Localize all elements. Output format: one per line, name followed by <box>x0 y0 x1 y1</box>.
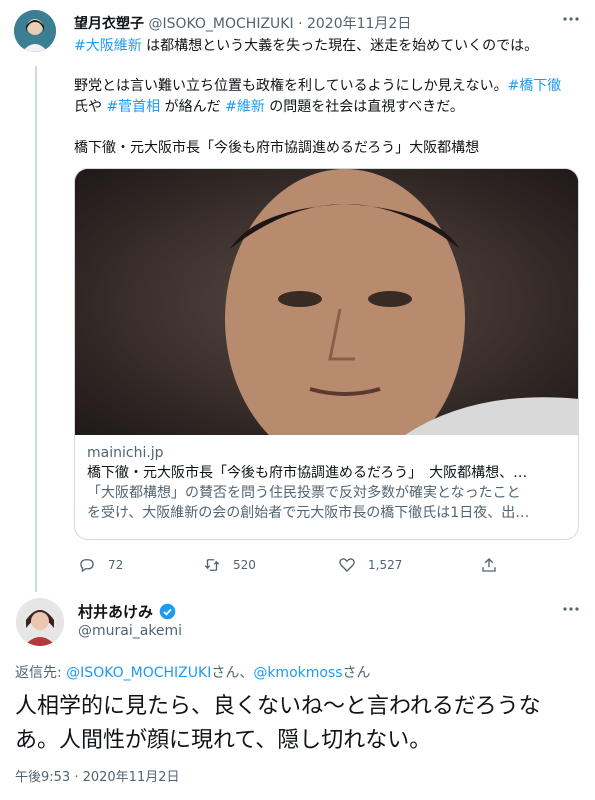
verified-badge-icon <box>159 603 176 620</box>
reply-text-line: あ。人間性が顔に現れて、隠し切れない。 <box>15 728 432 753</box>
retweet-count: 520 <box>233 558 256 572</box>
tweet-text: 野党とは言い難い立ち位置も政権を利しているようにしか見えない。 <box>74 78 508 94</box>
tweet-text: は都構想という大義を失った現在、迷走を始めていくのでは。 <box>141 38 539 54</box>
author-name[interactable]: 望月衣塑子 <box>74 16 144 32</box>
reply-text-line: 人相学的に見たら、良くないね〜と言われるだろうな <box>15 694 541 719</box>
more-icon[interactable] <box>562 600 580 622</box>
share-button[interactable] <box>480 556 498 574</box>
honorific: さん <box>342 665 371 681</box>
card-title: 橋下徹・元大阪市長「今後も府市協調進めるだろう」 大阪都構想、… <box>87 465 528 481</box>
honorific: さん、 <box>211 665 254 681</box>
reply-text: 人相学的に見たら、良くないね〜と言われるだろうな あ。人間性が顔に現れて、隠し切… <box>15 690 585 758</box>
card-description: を受け、大阪維新の会の創始者で元大阪市長の橋下徹氏は1日夜、出… <box>87 505 530 521</box>
post-date[interactable]: 2020年11月2日 <box>307 16 411 32</box>
author-name[interactable]: 村井あけみ <box>78 601 153 622</box>
tweet-text-line2: 野党とは言い難い立ち位置も政権を利しているようにしか見えない。#橋下徹 氏や #… <box>74 76 579 118</box>
mention-link[interactable]: @kmokmoss <box>253 665 342 681</box>
tweet-text: が絡んだ <box>160 99 226 115</box>
retweet-button[interactable]: 520 <box>203 556 256 574</box>
post-timestamp[interactable]: 午後9:53 · 2020年11月2日 <box>15 766 180 785</box>
card-domain: mainichi.jp <box>87 445 164 461</box>
reply-icon <box>80 559 94 573</box>
card-image[interactable] <box>75 169 578 435</box>
reply-to-label: 返信先: <box>15 665 67 681</box>
more-icon[interactable] <box>562 10 580 32</box>
hashtag-link[interactable]: #大阪維新 <box>74 38 142 54</box>
post-header: 望月衣塑子 @ISOKO_MOCHIZUKI · 2020年11月2日 <box>74 13 411 33</box>
mention-link[interactable]: @ISOKO_MOCHIZUKI <box>66 665 211 681</box>
reply-button[interactable]: 72 <box>78 556 123 574</box>
dot-separator: · <box>298 16 303 32</box>
tweet-text-line1: #大阪維新 は都構想という大義を失った現在、迷走を始めていくのでは。 <box>74 36 574 57</box>
hashtag-link[interactable]: #菅首相 <box>106 99 160 115</box>
tweet-text-line3: 橋下徹・元大阪市長「今後も府市協調進めるだろう」大阪都構想 <box>74 140 480 156</box>
tweet-text: 氏や <box>74 99 107 115</box>
hashtag-link[interactable]: #維新 <box>225 99 265 115</box>
avatar[interactable] <box>16 598 64 646</box>
author-handle[interactable]: @murai_akemi <box>78 623 182 639</box>
like-count: 1,527 <box>368 558 403 572</box>
reply-count: 72 <box>108 558 124 572</box>
author-name-row: 村井あけみ <box>78 601 176 622</box>
hashtag-link[interactable]: #橋下徹 <box>508 78 562 94</box>
share-icon <box>482 558 496 572</box>
link-card[interactable]: mainichi.jp 橋下徹・元大阪市長「今後も府市協調進めるだろう」 大阪都… <box>74 168 579 540</box>
like-button[interactable]: 1,527 <box>338 556 402 574</box>
card-description: 「大阪都構想」の賛否を問う住民投票で反対多数が確実となったこと <box>87 485 521 501</box>
thread-connector-line <box>35 66 37 592</box>
avatar[interactable] <box>14 10 56 52</box>
reply-to-line: 返信先: @ISOKO_MOCHIZUKIさん、@kmokmossさん <box>15 662 371 682</box>
author-handle[interactable]: @ISOKO_MOCHIZUKI <box>148 16 293 32</box>
tweet-text: の問題を社会は直視すべきだ。 <box>264 99 464 115</box>
retweet-icon <box>204 559 220 571</box>
like-icon <box>339 558 355 572</box>
